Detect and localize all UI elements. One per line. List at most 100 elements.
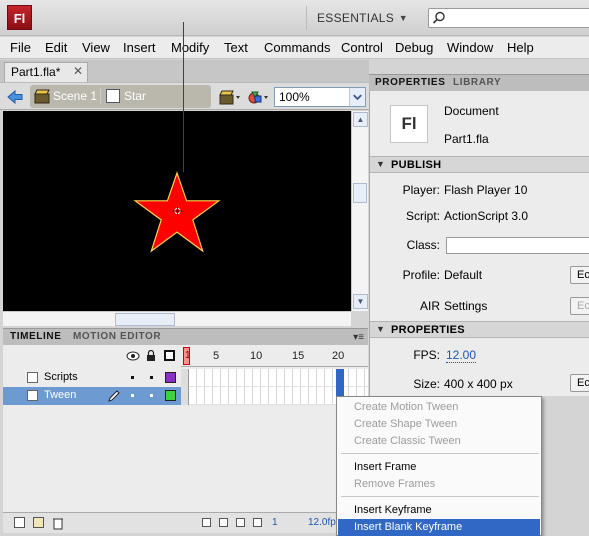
tab-library[interactable]: LIBRARY [453, 77, 501, 88]
frame-rate-readout[interactable]: 12.0fp [308, 517, 336, 528]
stage-canvas [133, 171, 221, 253]
air-edit-button[interactable]: Ec [570, 297, 589, 315]
lock-dot[interactable] [150, 376, 153, 379]
menu-item-create-shape-tween[interactable]: Create Shape Tween [338, 416, 540, 433]
profile-edit-button[interactable]: Ec [570, 266, 589, 284]
menu-view[interactable]: View [82, 40, 110, 55]
playhead-frame: 1 [185, 350, 191, 361]
properties-panel-header: PROPERTIES LIBRARY [369, 74, 589, 91]
layer-icon [27, 372, 38, 383]
keyframe-cell[interactable] [181, 369, 189, 387]
vertical-scroll-thumb[interactable] [353, 183, 367, 203]
playhead-line [183, 22, 184, 172]
menu-text[interactable]: Text [224, 40, 248, 55]
menu-item-create-classic-tween[interactable]: Create Classic Tween [338, 433, 540, 450]
menu-item-remove-frames[interactable]: Remove Frames [338, 476, 540, 493]
menu-window[interactable]: Window [447, 40, 493, 55]
fps-label: FPS: [413, 348, 440, 362]
stage-horizontal-scrollbar[interactable] [3, 311, 351, 326]
tab-properties[interactable]: PROPERTIES [375, 77, 445, 88]
script-value: ActionScript 3.0 [444, 209, 529, 223]
menu-help[interactable]: Help [507, 40, 534, 55]
workspace-switcher[interactable]: ESSENTIALS ▼ [306, 6, 414, 30]
playhead[interactable]: 1 [183, 347, 191, 365]
menu-item-insert-blank-keyframe[interactable]: Insert Blank Keyframe [338, 519, 540, 536]
air-label: AIR [419, 299, 440, 313]
layer-name[interactable]: Scripts [44, 371, 78, 383]
scroll-up-icon[interactable]: ▲ [353, 112, 368, 127]
document-tab[interactable]: Part1.fla* ✕ [4, 62, 88, 82]
close-icon[interactable]: ✕ [73, 64, 83, 78]
layer-icon [27, 390, 38, 401]
lock-dot[interactable] [150, 394, 153, 397]
profile-label: Profile: [402, 268, 440, 282]
edit-scene-icon[interactable] [218, 88, 242, 106]
horizontal-scroll-thumb[interactable] [115, 313, 175, 326]
menu-item-insert-keyframe[interactable]: Insert Keyframe [338, 502, 540, 519]
search-input[interactable] [428, 8, 589, 28]
edit-bar: Scene 1 Star 100% [0, 82, 369, 110]
frame-ruler[interactable]: 1 5 10 15 20 [181, 345, 368, 367]
edit-symbols-icon[interactable] [246, 88, 270, 106]
size-label: Size: [413, 377, 440, 391]
layer-color-swatch[interactable] [165, 372, 176, 383]
keyframe-cell[interactable] [181, 387, 189, 405]
document-tab-label: Part1.fla* [11, 65, 61, 79]
panel-menu-icon[interactable]: ▾≡ [353, 332, 364, 343]
properties-section-header[interactable]: ▼ PROPERTIES [370, 321, 589, 338]
scroll-down-icon[interactable]: ▼ [353, 294, 368, 309]
outline-icon[interactable] [164, 350, 175, 361]
size-value: 400 x 400 px [444, 377, 513, 391]
stage-vertical-scrollbar[interactable]: ▲ ▼ [351, 111, 368, 311]
publish-section-header[interactable]: ▼ PUBLISH [370, 156, 589, 173]
edit-multiple-frames-icon[interactable] [253, 518, 262, 527]
onion-skin-icon[interactable] [219, 518, 228, 527]
layer-row-scripts[interactable]: Scripts [3, 369, 181, 387]
menu-edit[interactable]: Edit [45, 40, 67, 55]
size-edit-button[interactable]: Ec [570, 374, 589, 392]
menu-insert[interactable]: Insert [123, 40, 156, 55]
breadcrumb-scene[interactable]: Scene 1 [53, 89, 97, 103]
layer-row-tween[interactable]: Tween [3, 387, 181, 405]
menu-item-insert-frame[interactable]: Insert Frame [338, 459, 540, 476]
visibility-dot[interactable] [131, 394, 134, 397]
eye-icon[interactable] [126, 351, 140, 361]
menu-debug[interactable]: Debug [395, 40, 433, 55]
frame-context-menu: Create Motion Tween Create Shape Tween C… [336, 396, 542, 536]
tab-motion-editor[interactable]: MOTION EDITOR [73, 331, 161, 342]
app-logo: Fl [7, 5, 32, 30]
scene-clapper-icon [34, 89, 50, 104]
layer-color-swatch[interactable] [165, 390, 176, 401]
new-folder-icon[interactable] [33, 517, 44, 528]
document-type-label: Document [444, 104, 499, 118]
properties-panel: Fl Document Part1.fla ▼ PUBLISH Player: … [369, 91, 589, 396]
menu-control[interactable]: Control [341, 40, 383, 55]
zoom-select[interactable]: 100% [274, 87, 366, 107]
onion-outlines-icon[interactable] [236, 518, 245, 527]
tab-timeline[interactable]: TIMELINE [10, 331, 61, 342]
zoom-value: 100% [279, 90, 310, 104]
lock-icon[interactable] [146, 350, 156, 362]
chevron-down-icon[interactable] [349, 88, 365, 106]
menu-modify[interactable]: Modify [171, 40, 209, 55]
stage[interactable] [3, 111, 351, 311]
menu-commands[interactable]: Commands [264, 40, 330, 55]
visibility-dot[interactable] [131, 376, 134, 379]
menu-separator [341, 453, 539, 454]
breadcrumb-symbol[interactable]: Star [124, 89, 146, 103]
fps-value[interactable]: 12.00 [446, 348, 477, 363]
menu-item-create-motion-tween[interactable]: Create Motion Tween [338, 399, 540, 416]
class-input[interactable] [446, 237, 589, 254]
menu-file[interactable]: File [10, 40, 31, 55]
new-layer-icon[interactable] [14, 517, 25, 528]
star-shape[interactable] [133, 171, 221, 253]
layer-name[interactable]: Tween [44, 389, 76, 401]
back-arrow-icon[interactable] [6, 88, 24, 106]
search-icon [432, 11, 445, 24]
current-frame-readout[interactable]: 1 [272, 517, 278, 528]
selected-frame-cell[interactable] [336, 369, 344, 387]
trash-icon[interactable] [52, 516, 64, 530]
frames-row-scripts[interactable] [181, 369, 368, 387]
center-frame-icon[interactable] [202, 518, 211, 527]
timeline-panel-header: TIMELINE MOTION EDITOR ▾≡ [3, 328, 368, 345]
